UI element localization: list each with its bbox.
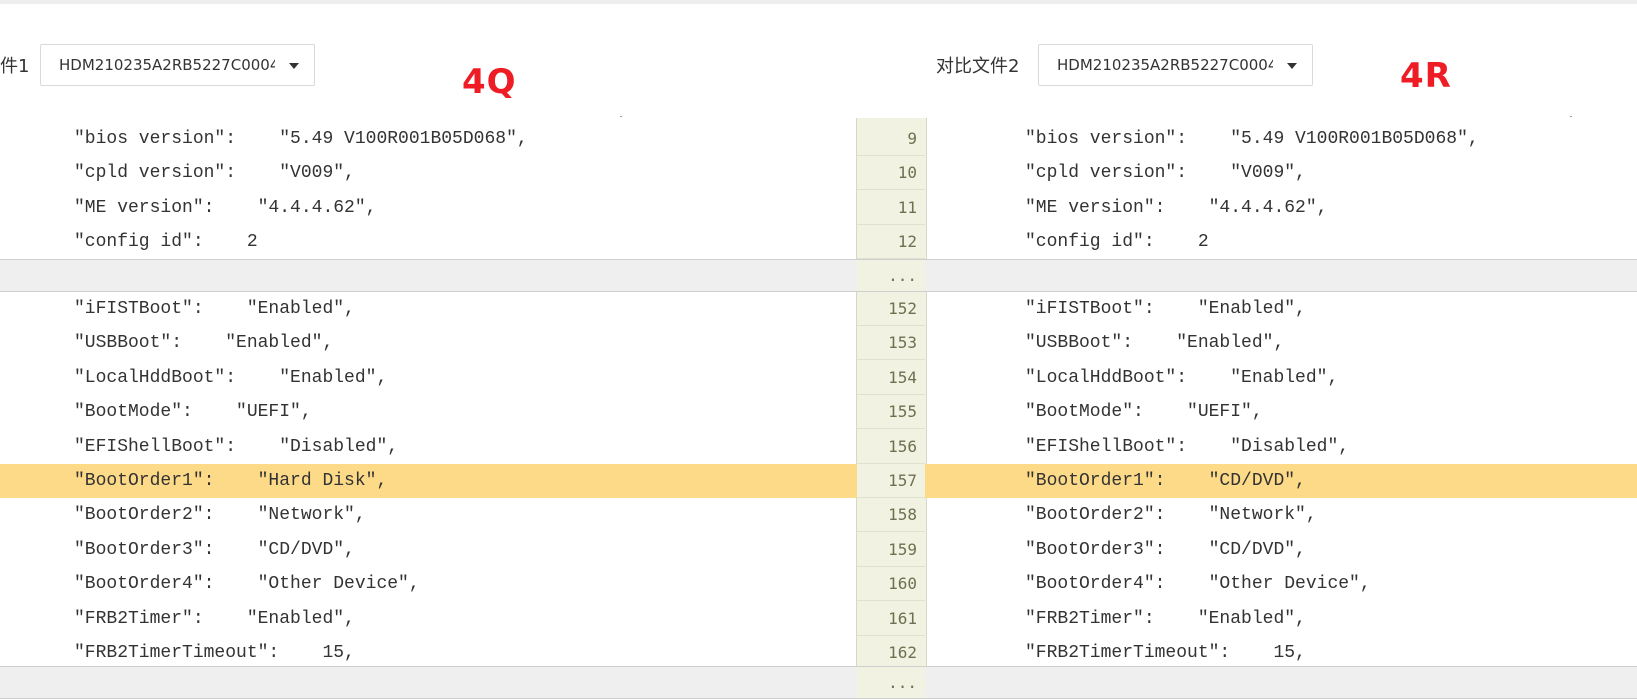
right-code-line: "config id": 2 bbox=[1025, 232, 1209, 253]
line-number: 160 bbox=[857, 567, 925, 602]
left-code-line: "USBBoot": "Enabled", bbox=[74, 333, 334, 354]
left-code-line: "ME version": "4.4.4.62", bbox=[74, 197, 377, 218]
left-code-line: "BootOrder1": "Hard Disk", bbox=[74, 471, 388, 491]
diff-row: "cpld version": "V009", 10 "cpld version":… bbox=[0, 156, 1637, 191]
collapsed-lines-expander[interactable]: ... bbox=[0, 259, 1637, 292]
right-code-line: "USBBoot": "Enabled", bbox=[1025, 333, 1285, 354]
left-code-line: "BootOrder3": "CD/DVD", bbox=[74, 539, 355, 560]
compare-file-1-value: HDM210235A2RB5227C0004 bbox=[59, 56, 275, 74]
right-code-line: "EFIShellBoot": "Disabled", bbox=[1025, 436, 1350, 457]
line-number: 152 bbox=[857, 292, 925, 326]
chevron-down-icon[interactable] bbox=[1287, 63, 1297, 69]
right-code-line: "BootOrder1": "CD/DVD", bbox=[1025, 471, 1306, 491]
diff-row: "BootMode": "UEFI", 155 "BootMode": "UEFI"… bbox=[0, 395, 1637, 430]
chevron-down-icon[interactable] bbox=[289, 63, 299, 69]
diff-row: "EFIShellBoot": "Disabled", 156 "EFIShellB… bbox=[0, 430, 1637, 464]
compare-file-2-value: HDM210235A2RB5227C0004 bbox=[1057, 56, 1273, 74]
collapsed-lines-indicator[interactable]: ... bbox=[857, 260, 925, 291]
right-code-line: "LocalHddBoot": "Enabled", bbox=[1025, 367, 1339, 388]
compare-file-2-select[interactable]: HDM210235A2RB5227C0004 bbox=[1038, 44, 1313, 86]
line-number: 159 bbox=[857, 533, 925, 567]
top-bar bbox=[0, 0, 1637, 4]
line-number: 153 bbox=[857, 326, 925, 361]
line-number: 161 bbox=[857, 602, 925, 636]
right-code-line: "BootMode": "UEFI", bbox=[1025, 402, 1263, 423]
line-number: 158 bbox=[857, 498, 925, 533]
right-code-line: "iFISTBoot": "Enabled", bbox=[1025, 299, 1306, 319]
line-number: 162 bbox=[857, 636, 925, 670]
diff-row: "config id": 2 12 "config id": 2 bbox=[0, 225, 1637, 260]
diff-row: "BootOrder2": "Network", 158 "BootOrder2":… bbox=[0, 498, 1637, 533]
right-code-line: "BootOrder2": "Network", bbox=[1025, 505, 1317, 526]
line-number: 156 bbox=[857, 430, 925, 464]
annotation-left: 4Q bbox=[462, 62, 517, 102]
line-number: 10 bbox=[857, 156, 925, 191]
diff-row: "USBBoot": "Enabled", 153 "USBBoot": "Enab… bbox=[0, 326, 1637, 361]
left-code-line: "bios version": "5.49 V100R001B05D068", bbox=[74, 129, 528, 149]
left-code-line: "BootMode": "UEFI", bbox=[74, 402, 312, 423]
right-code-line: "ME version": "4.4.4.62", bbox=[1025, 197, 1328, 218]
diff-row: "iFISTBoot": "Enabled", 152 "iFISTBoot": "… bbox=[0, 292, 1637, 326]
line-number: 11 bbox=[857, 191, 925, 225]
compare-file-2-label: 对比文件2 bbox=[936, 56, 1020, 77]
left-code-line: "EFIShellBoot": "Disabled", bbox=[74, 436, 399, 457]
diff-row: "FRB2Timer": "Enabled", 161 "FRB2Timer": "… bbox=[0, 602, 1637, 636]
right-code-line: "cpld version": "V009", bbox=[1025, 163, 1306, 184]
left-code-line: "FRB2TimerTimeout": 15, bbox=[74, 643, 355, 663]
diff-row: "ME version": "4.4.4.62", 11 "ME version":… bbox=[0, 191, 1637, 225]
line-number: 157 bbox=[857, 464, 925, 498]
compare-file-1-select[interactable]: HDM210235A2RB5227C0004 bbox=[40, 44, 315, 86]
diff-row: "BootOrder4": "Other Device", 160 "BootOrd… bbox=[0, 567, 1637, 602]
right-code-line: "FRB2TimerTimeout": 15, bbox=[1025, 643, 1306, 663]
collapsed-lines-expander[interactable]: ... bbox=[0, 666, 1637, 699]
left-code-line: "BootOrder4": "Other Device", bbox=[74, 574, 420, 595]
diff-row: "BootOrder3": "CD/DVD", 159 "BootOrder3": … bbox=[0, 533, 1637, 567]
line-number: 12 bbox=[857, 225, 925, 260]
collapsed-lines-indicator[interactable]: ... bbox=[857, 667, 925, 698]
line-number: 154 bbox=[857, 361, 925, 395]
diff-row: "LocalHddBoot": "Enabled", 154 "LocalHddBo… bbox=[0, 361, 1637, 395]
line-number: 155 bbox=[857, 395, 925, 430]
annotation-right: 4R bbox=[1400, 56, 1452, 96]
right-code-line: "bios version": "5.49 V100R001B05D068", bbox=[1025, 129, 1479, 149]
left-code-line: "cpld version": "V009", bbox=[74, 163, 355, 184]
left-code-line: "iFISTBoot": "Enabled", bbox=[74, 299, 355, 319]
diff-row: "bios version": "5.49 V100R001B05D068", 9… bbox=[0, 122, 1637, 156]
line-number: 9 bbox=[857, 122, 925, 156]
left-code-line: "FRB2Timer": "Enabled", bbox=[74, 608, 355, 629]
right-code-line: "BootOrder3": "CD/DVD", bbox=[1025, 539, 1306, 560]
scroll-marker bbox=[620, 116, 622, 117]
left-code-line: "BootOrder2": "Network", bbox=[74, 505, 366, 526]
diff-row-changed: "BootOrder1": "Hard Disk", 157 "BootOrder1… bbox=[0, 464, 1637, 499]
compare-file-1-label: 件1 bbox=[0, 56, 30, 77]
left-code-line: "config id": 2 bbox=[74, 232, 258, 253]
right-code-line: "FRB2Timer": "Enabled", bbox=[1025, 608, 1306, 629]
scroll-marker bbox=[1570, 116, 1572, 117]
right-code-line: "BootOrder4": "Other Device", bbox=[1025, 574, 1371, 595]
left-code-line: "LocalHddBoot": "Enabled", bbox=[74, 367, 388, 388]
